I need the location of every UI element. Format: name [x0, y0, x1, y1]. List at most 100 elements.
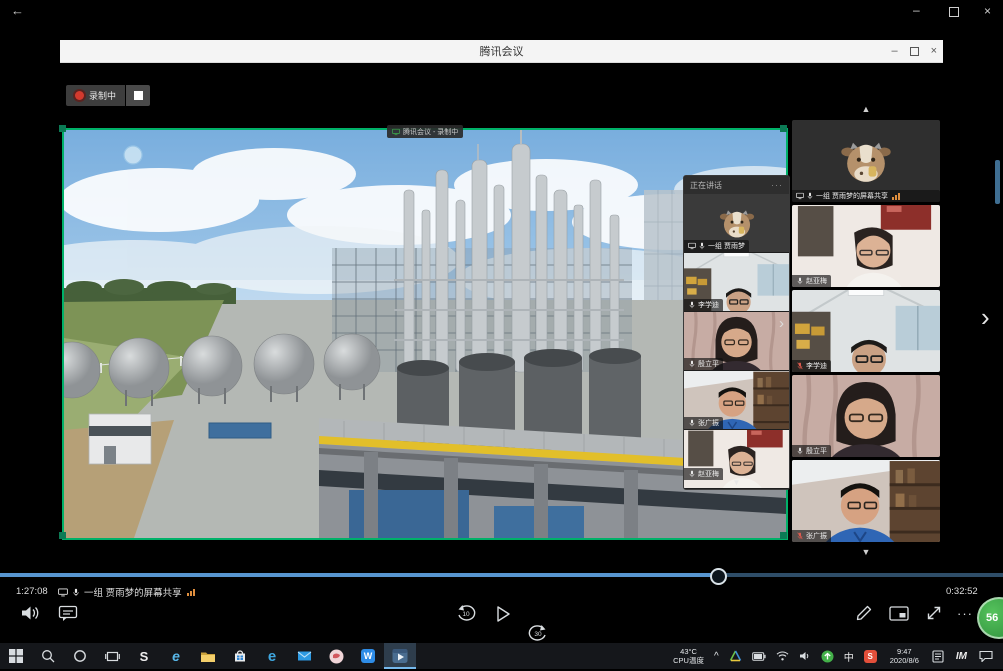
progress-bar-remaining[interactable]: [717, 573, 1003, 577]
chat-tray-icon[interactable]: 3: [974, 643, 1003, 669]
participant-video-tile[interactable]: 张广振: [792, 460, 940, 542]
play-button[interactable]: [494, 604, 512, 624]
panel-expand-chevron[interactable]: ›: [779, 315, 784, 332]
screen-share-icon: [392, 128, 400, 136]
progress-bar-elapsed[interactable]: [0, 573, 717, 577]
stop-recording-button[interactable]: [126, 85, 150, 106]
sidebar-scroll-up-icon[interactable]: ▲: [792, 104, 940, 114]
participant-label: 李学迪: [792, 360, 831, 372]
s-app-icon[interactable]: S: [128, 643, 160, 669]
volume-tray-icon[interactable]: [794, 643, 816, 669]
annotate-button[interactable]: [855, 604, 873, 622]
gpu-tray-icon[interactable]: [724, 643, 747, 669]
windows-logo-icon: [9, 649, 23, 663]
participant-name: 殷立平: [806, 446, 827, 456]
start-button[interactable]: [0, 643, 32, 669]
battery-tray-icon[interactable]: [747, 643, 771, 669]
taskbar-clock[interactable]: 9:47 2020/8/6: [882, 643, 927, 669]
chat-button[interactable]: [58, 604, 78, 622]
progress-knob[interactable]: [710, 568, 727, 585]
participant-label: 殷立平: [792, 445, 831, 457]
playback-source: 一组 贾雨梦的屏幕共享: [58, 585, 195, 599]
participant-video-tile[interactable]: 赵亚梅 ▼: [684, 430, 789, 489]
system-tray: 43°C CPU温度 ^: [668, 643, 1003, 669]
rewind-10-button[interactable]: 10: [455, 604, 477, 624]
video-player-icon[interactable]: [384, 643, 416, 669]
chat-icon: [58, 604, 78, 622]
recording-control: 录制中: [66, 85, 150, 106]
document-icon: [932, 650, 944, 663]
participant-label: 张广振: [684, 417, 723, 429]
speaker-avatar-tile[interactable]: 一组 贾雨梦: [684, 194, 789, 253]
participant-video-tile[interactable]: 张广振: [684, 371, 789, 430]
edge-icon[interactable]: e: [256, 643, 288, 669]
volume-button[interactable]: [20, 604, 40, 622]
screen-share-content: [64, 130, 786, 538]
taskbar-search-button[interactable]: [32, 643, 64, 669]
next-page-chevron[interactable]: ›: [981, 302, 990, 333]
app-restore-button[interactable]: [910, 47, 919, 56]
participant-video-tile[interactable]: 殷立平: [792, 375, 940, 457]
share-toolbar-text: 腾讯会议 - 录制中: [403, 127, 458, 137]
play-icon: [494, 604, 512, 624]
cow-avatar: [840, 135, 892, 187]
mail-icon[interactable]: [288, 643, 320, 669]
shared-screen-view[interactable]: [62, 128, 788, 540]
participant-name: 赵亚梅: [806, 276, 827, 286]
panel-scroll-down-icon[interactable]: ▼: [684, 478, 789, 487]
player-app-icon: [392, 648, 408, 664]
microsoft-store-icon[interactable]: [224, 643, 256, 669]
wifi-icon: [776, 651, 789, 661]
task-view-button[interactable]: [96, 643, 128, 669]
participant-video-tile[interactable]: 李学迪: [684, 253, 789, 312]
participant-name: 张广振: [806, 531, 827, 541]
mic-icon: [71, 588, 81, 597]
ime-indicator[interactable]: 中: [839, 643, 859, 669]
speaking-panel[interactable]: 正在讲话 ··· 一组 贾雨梦 李学迪 殷立平 张广振: [683, 175, 790, 490]
os-back-button[interactable]: ←: [11, 4, 24, 18]
participant-name: 李学迪: [806, 361, 827, 371]
share-corner-handle: [59, 125, 66, 132]
forward-seconds: 30: [527, 631, 549, 638]
participant-name: 一组 贾雨梦的屏幕共享: [816, 191, 888, 201]
internet-explorer-icon[interactable]: e: [160, 643, 192, 669]
screen-share-icon: [796, 192, 804, 200]
participant-video-tile[interactable]: 赵亚梅: [792, 205, 940, 287]
file-explorer-icon[interactable]: [192, 643, 224, 669]
green-tray-icon[interactable]: [816, 643, 839, 669]
record-dot-icon: [75, 91, 84, 100]
watermark-logo: [124, 146, 142, 164]
cortana-button[interactable]: [64, 643, 96, 669]
sidebar-scroll-down-icon[interactable]: ▼: [792, 547, 940, 557]
notes-tray-icon[interactable]: [927, 643, 949, 669]
scrollbar-thumb[interactable]: [995, 160, 1000, 204]
forward-30-button[interactable]: 30: [527, 624, 549, 644]
sogou-tray-icon[interactable]: S: [859, 643, 882, 669]
floating-badge[interactable]: 56: [977, 597, 1003, 639]
speaking-panel-header[interactable]: 正在讲话 ···: [684, 176, 789, 194]
os-minimize-button[interactable]: –: [913, 3, 920, 17]
participant-video-tile[interactable]: 李学迪: [792, 290, 940, 372]
more-options-button[interactable]: ···: [957, 606, 973, 621]
wifi-tray-icon[interactable]: [771, 643, 794, 669]
fullscreen-button[interactable]: [925, 604, 943, 622]
app-minimize-button[interactable]: –: [891, 45, 897, 57]
share-source-tile[interactable]: 一组 贾雨梦的屏幕共享: [792, 120, 940, 202]
mic-icon: [688, 419, 696, 427]
os-maximize-icon[interactable]: [949, 7, 959, 17]
os-close-button[interactable]: ×: [984, 4, 991, 18]
remaining-time: 0:32:52: [946, 586, 978, 597]
pip-button[interactable]: [889, 606, 909, 621]
im-tray-icon[interactable]: IM: [949, 643, 974, 669]
share-corner-handle: [780, 125, 787, 132]
wps-icon[interactable]: W: [352, 643, 384, 669]
cpu-temperature[interactable]: 43°C CPU温度: [668, 643, 709, 669]
participant-name: 殷立平: [698, 359, 719, 369]
app-title: 腾讯会议: [480, 43, 524, 59]
source-label: 一组 贾雨梦的屏幕共享: [84, 585, 182, 599]
participant-video-tile[interactable]: 殷立平: [684, 312, 789, 371]
round-pink-app-icon[interactable]: [320, 643, 352, 669]
speaking-panel-more-icon[interactable]: ···: [771, 180, 783, 190]
tray-expand-button[interactable]: ^: [709, 643, 724, 669]
app-close-button[interactable]: ×: [931, 45, 937, 57]
